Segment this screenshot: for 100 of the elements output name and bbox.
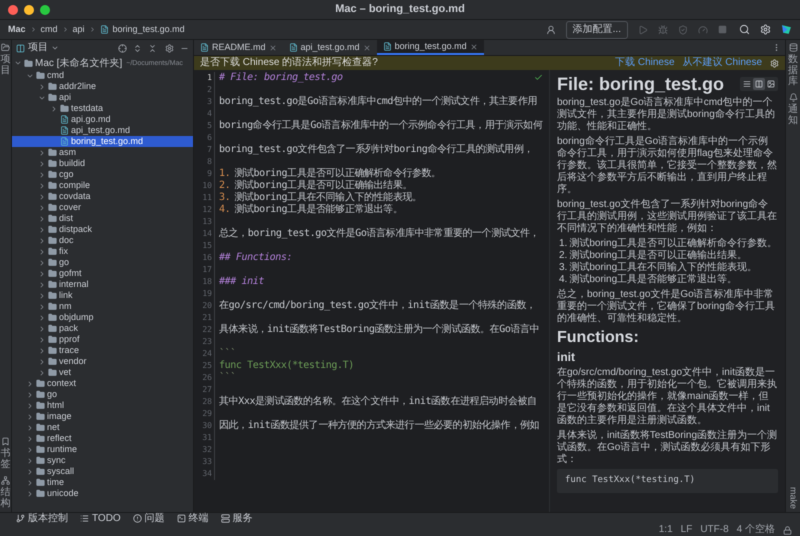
search-icon[interactable] (739, 24, 750, 35)
tree-item[interactable]: vendor (12, 356, 193, 367)
tool-window-tab[interactable]: 服务 (232, 514, 253, 524)
tree-item[interactable]: addr2line (12, 81, 193, 92)
chevron-down-icon[interactable] (14, 59, 22, 67)
settings-icon[interactable] (770, 58, 779, 68)
close-button[interactable] (8, 4, 18, 14)
tree-item[interactable]: html (12, 400, 193, 411)
minimize-button[interactable] (24, 4, 34, 14)
chevron-right-icon[interactable] (26, 380, 34, 388)
tree-item[interactable]: objdump (12, 312, 193, 323)
tree-item[interactable]: unicode (12, 488, 193, 499)
tree-item[interactable]: sync (12, 455, 193, 466)
tree-item[interactable]: pack (12, 323, 193, 334)
tree-item[interactable]: covdata (12, 191, 193, 202)
status-item[interactable]: 4 个空格 (736, 525, 775, 535)
tool-window-tab[interactable]: TODO (92, 514, 121, 524)
status-item[interactable]: LF (680, 525, 692, 535)
status-item[interactable]: 1:1 (658, 525, 673, 535)
lock-icon[interactable] (783, 526, 792, 534)
chevron-right-icon[interactable] (26, 402, 34, 410)
tree-item[interactable]: trace (12, 345, 193, 356)
tree-item[interactable]: internal (12, 279, 193, 290)
database-icon[interactable] (788, 43, 798, 52)
alert-icon[interactable] (132, 514, 142, 523)
tree-item[interactable]: api.go.md (12, 114, 193, 125)
chevron-right-icon[interactable] (38, 270, 46, 278)
chevron-right-icon[interactable] (38, 324, 46, 332)
tree-item[interactable]: vet (12, 367, 193, 378)
tool-window-tab[interactable]: 版本控制 (28, 514, 68, 524)
tree-item[interactable]: go (12, 257, 193, 268)
tool-window-tab[interactable]: 结构 (0, 487, 10, 509)
view-mode-toggle[interactable] (753, 78, 765, 90)
tree-item[interactable]: cgo (12, 169, 193, 180)
tree-item[interactable]: link (12, 290, 193, 301)
tree-item[interactable]: time (12, 477, 193, 488)
chevron-right-icon[interactable] (38, 160, 46, 168)
chevron-right-icon[interactable] (38, 82, 46, 90)
chevron-right-icon[interactable] (26, 456, 34, 464)
status-item[interactable]: UTF-8 (700, 525, 729, 535)
breadcrumb[interactable]: cmd (40, 22, 58, 36)
close-icon[interactable] (470, 42, 478, 50)
list-icon[interactable] (80, 514, 89, 523)
editor-tab[interactable]: boring_test.go.md (376, 40, 484, 55)
tree-item[interactable]: asm (12, 147, 193, 158)
tree-item[interactable]: compile (12, 180, 193, 191)
tool-window-tab[interactable]: 书签 (0, 448, 10, 470)
folder-icon[interactable] (1, 43, 10, 52)
panel-title[interactable]: 项目 (28, 43, 48, 53)
tree-item[interactable]: boring_test.go.md (12, 136, 193, 147)
chevron-right-icon[interactable] (38, 248, 46, 256)
close-icon[interactable] (268, 44, 277, 52)
bell-icon[interactable] (788, 93, 798, 102)
banner-link[interactable]: 下载 Chinese (615, 58, 675, 68)
chevron-right-icon[interactable] (38, 302, 46, 310)
tool-window-tab[interactable]: 项目 (0, 54, 10, 76)
tree-item[interactable]: context (12, 378, 193, 389)
chevron-right-icon[interactable] (50, 104, 58, 112)
server-icon[interactable] (220, 514, 230, 523)
caret-icon[interactable] (51, 44, 59, 52)
chevron-right-icon[interactable] (26, 424, 34, 432)
tree-item[interactable]: net (12, 422, 193, 433)
chevron-right-icon[interactable] (38, 258, 46, 266)
tool-window-tab[interactable]: make (788, 486, 798, 509)
terminal-icon[interactable] (176, 514, 186, 523)
tree-item[interactable]: api (12, 92, 193, 103)
chevron-right-icon[interactable] (26, 468, 34, 476)
tool-window-tab[interactable]: 问题 (144, 514, 165, 524)
tree-item[interactable]: cover (12, 202, 193, 213)
expand-all-icon[interactable] (133, 44, 142, 52)
editor-tab[interactable]: README.md (194, 40, 283, 55)
breadcrumb[interactable]: api (72, 22, 85, 36)
tree-item[interactable]: fix (12, 246, 193, 257)
tool-window-tab[interactable]: 终端 (188, 514, 209, 524)
tree-item[interactable]: dist (12, 213, 193, 224)
chevron-right-icon[interactable] (38, 214, 46, 222)
locate-icon[interactable] (118, 44, 127, 52)
chevron-right-icon[interactable] (26, 446, 34, 454)
chevron-right-icon[interactable] (38, 292, 46, 300)
close-icon[interactable] (362, 44, 371, 52)
chevron-right-icon[interactable] (38, 182, 46, 190)
tool-window-tab[interactable]: 通知 (788, 104, 798, 126)
banner-link[interactable]: 从不建议 Chinese (682, 58, 762, 68)
app-logo-icon[interactable] (781, 24, 792, 35)
structure-icon[interactable] (1, 476, 10, 485)
tree-item[interactable]: buildid (12, 158, 193, 169)
maximize-button[interactable] (40, 4, 50, 14)
tree-item[interactable]: testdata (12, 103, 193, 114)
tree-item[interactable]: reflect (12, 433, 193, 444)
chevron-right-icon[interactable] (26, 434, 34, 442)
user-icon[interactable] (546, 24, 556, 34)
breadcrumb[interactable]: boring_test.go.md (112, 22, 185, 36)
tree-item[interactable]: syscall (12, 466, 193, 477)
tree-item[interactable]: image (12, 411, 193, 422)
chevron-right-icon[interactable] (38, 336, 46, 344)
view-mode-toggle[interactable] (765, 78, 777, 90)
tool-window-tab[interactable]: 数据库 (788, 54, 798, 87)
chevron-right-icon[interactable] (38, 192, 46, 200)
tree-item[interactable]: gofmt (12, 268, 193, 279)
settings-icon[interactable] (165, 44, 174, 52)
